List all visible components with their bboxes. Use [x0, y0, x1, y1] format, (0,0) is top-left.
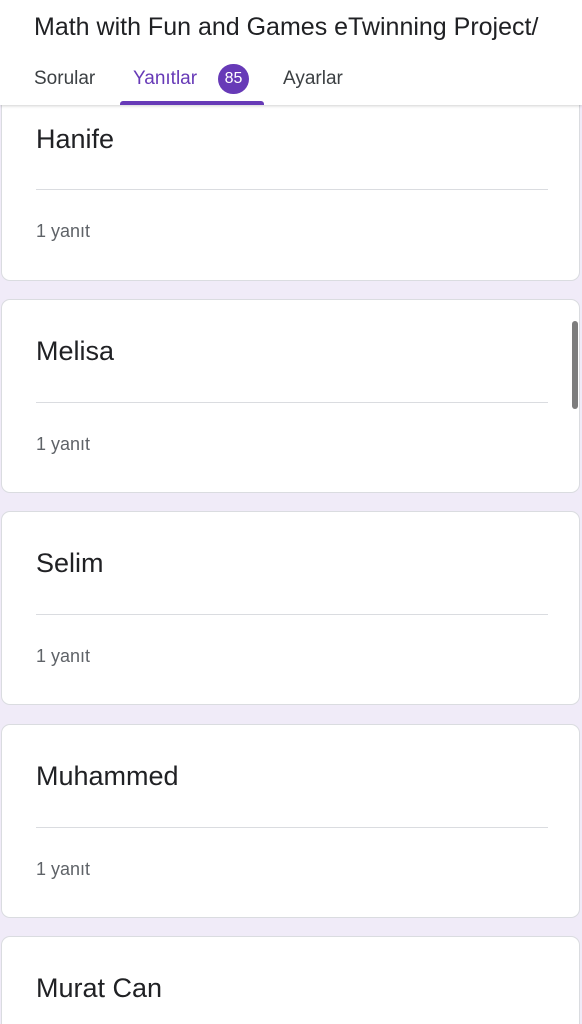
tab-settings[interactable]: Ayarlar [283, 64, 343, 94]
response-count: 1 yanıt [36, 434, 91, 454]
tab-questions[interactable]: Sorular [34, 64, 95, 94]
response-count: 1 yanıt [36, 646, 91, 666]
card-title: Muhammed [36, 761, 179, 791]
response-card-selim: Selim 1 yanıt [1, 511, 580, 705]
card-divider [36, 614, 548, 615]
response-card-hanife: Hanife 1 yanıt [1, 80, 580, 281]
tab-responses[interactable]: Yanıtlar [133, 64, 197, 94]
card-title: Hanife [36, 124, 115, 154]
card-title: Melisa [36, 336, 115, 366]
card-divider [36, 827, 548, 828]
form-title: Math with Fun and Games eTwinning Projec… [34, 13, 539, 41]
response-card-melisa: Melisa 1 yanıt [1, 299, 580, 493]
response-card-muhammed: Muhammed 1 yanıt [1, 724, 580, 918]
card-divider [36, 189, 548, 190]
card-title: Murat Can [36, 973, 163, 1003]
response-count: 1 yanıt [36, 859, 91, 879]
responses-count-badge: 85 [218, 64, 249, 94]
app-header: Math with Fun and Games eTwinning Projec… [0, 0, 582, 105]
response-count: 1 yanıt [36, 221, 91, 241]
scrollbar-thumb[interactable] [572, 321, 578, 409]
response-card-murat-can: Murat Can [1, 936, 580, 1024]
active-tab-indicator [120, 101, 264, 105]
app-screen: Hanife 1 yanıt Melisa 1 yanıt Selim 1 ya… [0, 0, 582, 1024]
card-title: Selim [36, 548, 104, 578]
card-divider [36, 402, 548, 403]
